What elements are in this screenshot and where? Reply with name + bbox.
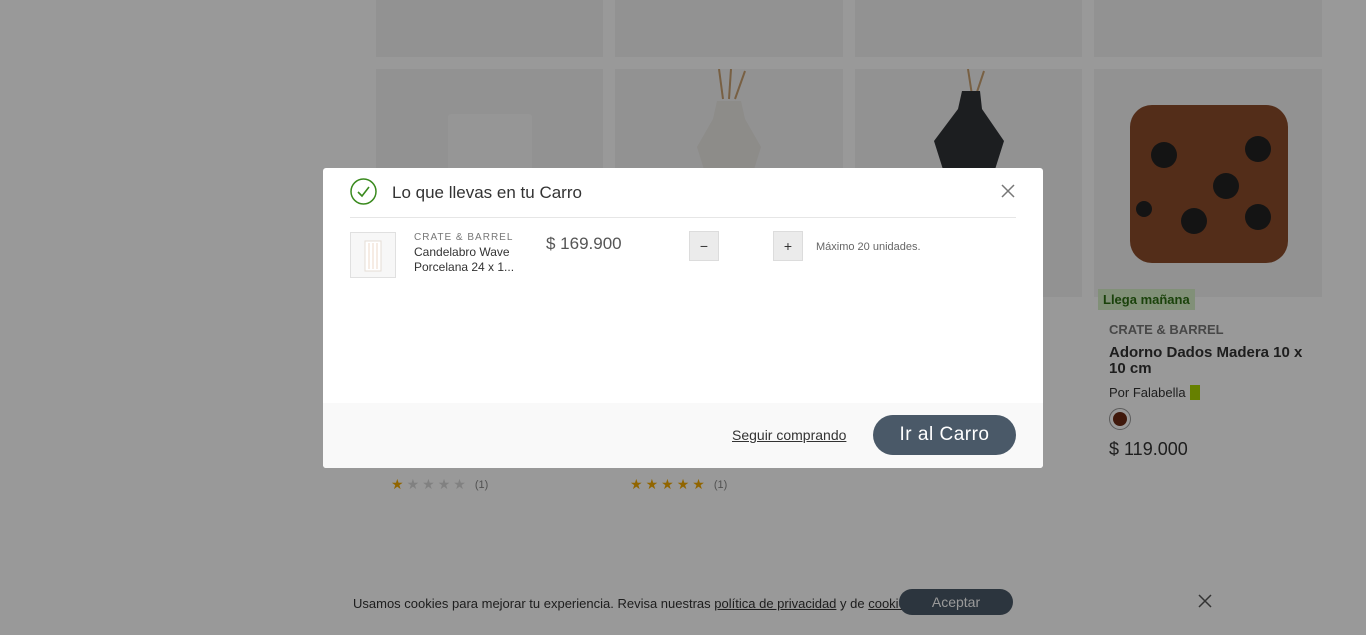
continue-shopping-link[interactable]: Seguir comprando bbox=[732, 427, 846, 443]
max-units-note: Máximo 20 unidades. bbox=[816, 241, 921, 253]
cart-item-brand: CRATE & BARREL bbox=[414, 232, 514, 243]
check-circle-icon bbox=[350, 178, 377, 205]
added-to-cart-modal: Lo que llevas en tu Carro CRATE & BARREL… bbox=[323, 168, 1043, 468]
increase-quantity-button[interactable]: + bbox=[773, 231, 803, 261]
go-to-cart-button[interactable]: Ir al Carro bbox=[873, 415, 1016, 455]
cart-item-price: $ 169.900 bbox=[546, 234, 622, 253]
decrease-quantity-button[interactable]: − bbox=[689, 231, 719, 261]
modal-title: Lo que llevas en tu Carro bbox=[392, 183, 582, 202]
close-icon[interactable] bbox=[1000, 183, 1016, 199]
cart-item-thumbnail bbox=[350, 232, 396, 278]
cart-item-name: Candelabro Wave Porcelana 24 x 1... bbox=[414, 245, 515, 274]
modal-footer: Seguir comprando Ir al Carro bbox=[323, 403, 1043, 468]
modal-header: Lo que llevas en tu Carro bbox=[350, 168, 1016, 218]
